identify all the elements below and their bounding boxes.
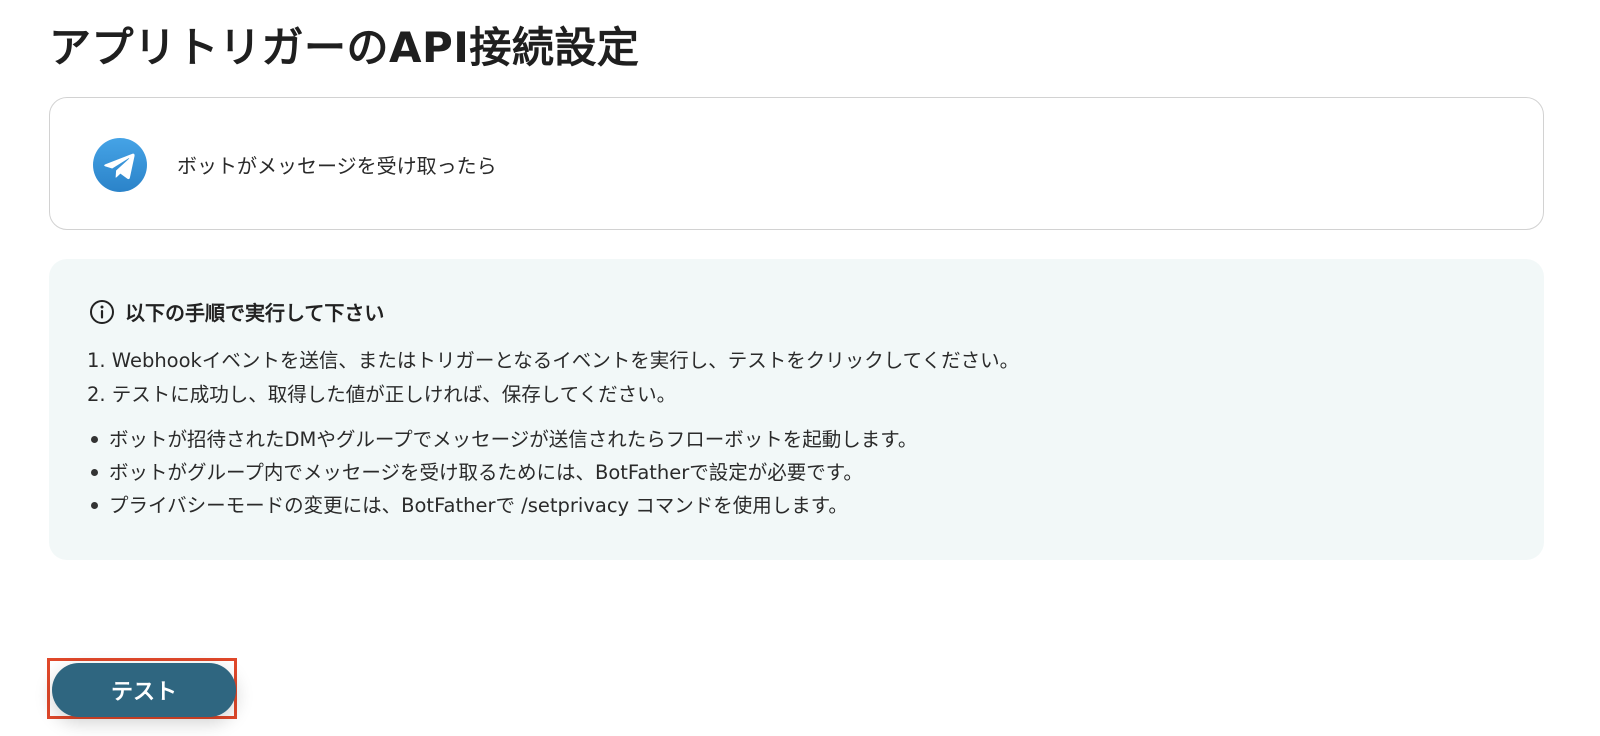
instructions-panel: 以下の手順で実行して下さい 1. Webhookイベントを送信、またはトリガーと…	[49, 259, 1544, 560]
note-text: ボットがグループ内でメッセージを受け取るためには、BotFatherで設定が必要…	[109, 461, 863, 484]
trigger-card: ボットがメッセージを受け取ったら	[49, 97, 1544, 230]
note-item: ボットが招待されたDMやグループでメッセージが送信されたらフローボットを起動しま…	[87, 423, 917, 456]
steps-list: 1. Webhookイベントを送信、またはトリガーとなるイベントを実行し、テスト…	[87, 344, 1019, 412]
note-item: ボットがグループ内でメッセージを受け取るためには、BotFatherで設定が必要…	[87, 456, 917, 489]
notes-list: ボットが招待されたDMやグループでメッセージが送信されたらフローボットを起動しま…	[87, 423, 917, 522]
test-button[interactable]: テスト	[52, 663, 236, 717]
bullet-icon	[91, 469, 98, 476]
note-text: ボットが招待されたDMやグループでメッセージが送信されたらフローボットを起動しま…	[109, 428, 918, 451]
info-circle-icon	[90, 299, 114, 324]
telegram-icon	[93, 138, 147, 192]
trigger-label: ボットがメッセージを受け取ったら	[177, 154, 497, 178]
note-text: プライバシーモードの変更には、BotFatherで /setprivacy コマ…	[109, 494, 848, 517]
instructions-heading-text: 以下の手順で実行して下さい	[125, 301, 385, 325]
note-item: プライバシーモードの変更には、BotFatherで /setprivacy コマ…	[87, 489, 917, 522]
page: アプリトリガーのAPI接続設定 ボットがメッセージを受け取ったら 以下の手順で実…	[0, 0, 1600, 736]
page-title: アプリトリガーのAPI接続設定	[49, 23, 640, 72]
bullet-icon	[91, 436, 98, 443]
step-item: 1. Webhookイベントを送信、またはトリガーとなるイベントを実行し、テスト…	[87, 349, 1020, 372]
bullet-icon	[91, 502, 98, 509]
instructions-heading: 以下の手順で実行して下さい	[89, 297, 384, 326]
step-item: 2. テストに成功し、取得した値が正しければ、保存してください。	[87, 383, 677, 406]
